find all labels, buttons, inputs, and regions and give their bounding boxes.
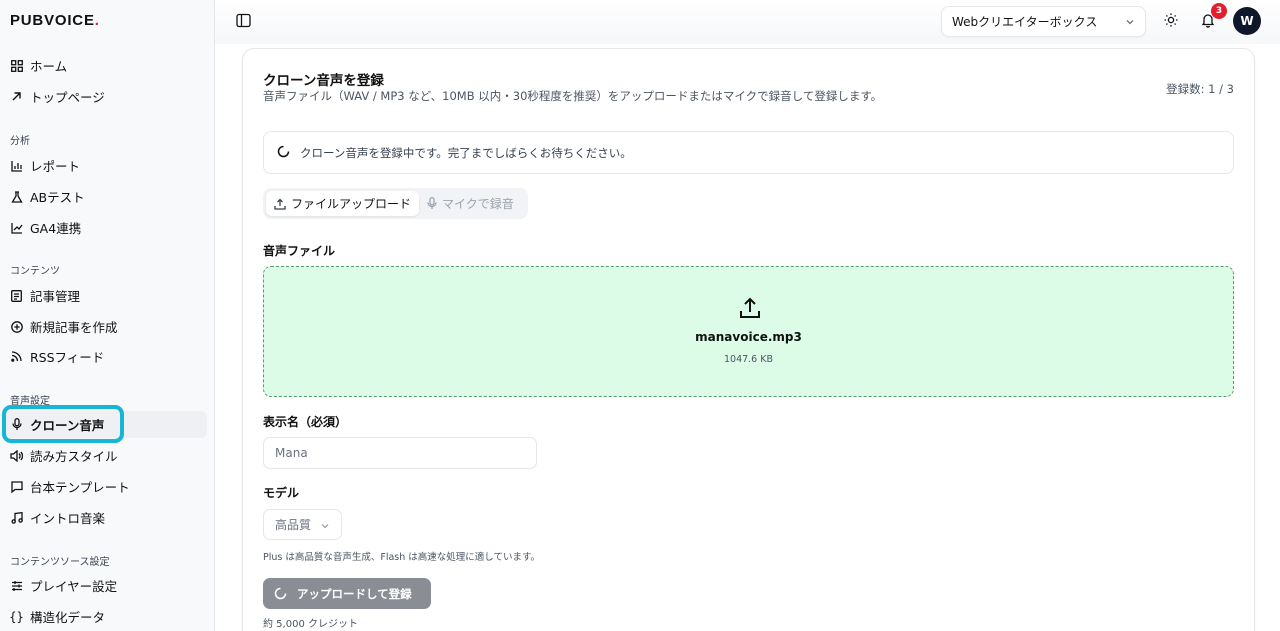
section-label-analytics: 分析 [10, 136, 30, 147]
speaker-icon [10, 449, 23, 462]
spinner-icon [277, 143, 290, 162]
flask-icon [10, 190, 23, 203]
braces-icon: {} [9, 609, 24, 624]
spinner-icon [274, 587, 287, 600]
sidebar-item-reading-style[interactable]: 読み方スタイル [4, 442, 207, 469]
sun-icon[interactable] [1163, 12, 1180, 29]
sidebar-item-player-settings[interactable]: プレイヤー設定 [4, 572, 207, 599]
rss-icon [10, 350, 23, 363]
workspace-name: Webクリエイターボックス [952, 15, 1098, 29]
sidebar-item-ab-test[interactable]: ABテスト [4, 183, 207, 210]
upload-register-button[interactable]: アップロードして登録 [263, 578, 431, 609]
credit-cost: 約 5,000 クレジット [263, 619, 358, 630]
sidebar-item-home[interactable]: ホーム [4, 52, 207, 79]
tab-file-upload[interactable]: ファイルアップロード [266, 191, 420, 216]
document-icon [10, 289, 23, 302]
sidebar-item-top-page[interactable]: トップページ [4, 83, 207, 110]
upload-icon [274, 198, 286, 210]
grid-icon [10, 59, 23, 72]
file-dropzone[interactable]: manavoice.mp3 1047.6 KB [263, 266, 1234, 397]
section-label-content: コンテンツ [10, 266, 60, 277]
file-size: 1047.6 KB [723, 354, 773, 365]
plus-circle-icon [10, 320, 23, 333]
model-hint: Plus は高品質な音声生成、Flash は高速な処理に適しています。 [263, 552, 541, 563]
sidebar-item-new-article[interactable]: 新規記事を作成 [4, 313, 207, 340]
model-select[interactable]: 高品質 [263, 509, 342, 540]
audio-file-label: 音声ファイル [263, 244, 336, 258]
sidebar-item-ga4[interactable]: GA4連携 [4, 214, 207, 241]
tab-mic-record[interactable]: マイクで録音 [419, 191, 522, 216]
workspace-select[interactable]: Webクリエイターボックス [941, 6, 1146, 37]
sidebar-item-articles[interactable]: 記事管理 [4, 282, 207, 309]
sidebar-item-report[interactable]: レポート [4, 152, 207, 179]
sidebar-item-rss[interactable]: RSSフィード [4, 343, 207, 370]
microphone-icon [10, 418, 23, 431]
music-note-icon [10, 511, 23, 524]
sidebar: PUBVOICE. ホーム トップページ 分析 レポート ABテスト GA4連携… [0, 0, 215, 631]
section-label-content-source: コンテンツソース設定 [10, 557, 110, 568]
microphone-icon [427, 197, 437, 210]
sidebar-item-structured-data[interactable]: {} 構造化データ [4, 603, 207, 630]
model-selected-value: 高品質 [275, 518, 312, 532]
sidebar-toggle-icon[interactable] [236, 13, 252, 29]
avatar[interactable]: W [1233, 7, 1261, 35]
display-name-input[interactable] [263, 437, 537, 469]
display-name-label: 表示名（必須） [263, 415, 348, 429]
notification-badge: 3 [1211, 3, 1227, 19]
chevron-down-icon [1125, 16, 1135, 30]
sidebar-item-intro-music[interactable]: イントロ音楽 [4, 504, 207, 531]
section-label-voice-settings: 音声設定 [10, 396, 50, 407]
file-name: manavoice.mp3 [695, 330, 802, 344]
upload-mode-tabs: ファイルアップロード マイクで録音 [263, 188, 528, 219]
card-title: クローン音声を登録 [263, 73, 384, 89]
upload-icon [738, 296, 762, 320]
line-chart-icon [10, 221, 23, 234]
message-square-icon [10, 480, 23, 493]
arrow-up-right-icon [10, 90, 23, 103]
bar-chart-icon [10, 159, 23, 172]
brand-logo[interactable]: PUBVOICE. [10, 12, 100, 29]
status-banner: クローン音声を登録中です。完了までしばらくお待ちください。 [263, 131, 1234, 174]
card-description: 音声ファイル（WAV / MP3 など、10MB 以内・30秒程度を推奨）をアッ… [263, 89, 883, 103]
sidebar-item-script-template[interactable]: 台本テンプレート [4, 473, 207, 500]
sidebar-item-clone-voice[interactable]: クローン音声 [4, 411, 207, 438]
registration-count: 登録数: 1 / 3 [1166, 82, 1234, 96]
model-label: モデル [263, 486, 300, 500]
chevron-down-icon [320, 520, 330, 534]
status-message: クローン音声を登録中です。完了までしばらくお待ちください。 [300, 145, 632, 160]
sliders-icon [10, 579, 23, 592]
